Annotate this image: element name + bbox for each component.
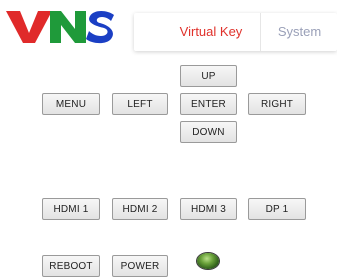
reboot-button[interactable]: REBOOT	[42, 255, 100, 277]
virtual-key-page: Virtual Key System UP MENU LEFT ENTER RI…	[0, 0, 337, 277]
hdmi-3-button[interactable]: HDMI 3	[180, 198, 237, 220]
tab-virtual-key[interactable]: Virtual Key	[162, 13, 260, 51]
tab-system[interactable]: System	[260, 13, 337, 51]
power-status-led-icon	[197, 253, 219, 269]
dp-1-button[interactable]: DP 1	[248, 198, 306, 220]
vns-logo	[6, 11, 114, 44]
menu-button[interactable]: MENU	[42, 93, 100, 115]
left-button[interactable]: LEFT	[112, 93, 168, 115]
down-button[interactable]: DOWN	[180, 121, 237, 143]
power-button[interactable]: POWER	[112, 255, 168, 277]
hdmi-1-button[interactable]: HDMI 1	[42, 198, 100, 220]
right-button[interactable]: RIGHT	[248, 93, 306, 115]
hdmi-2-button[interactable]: HDMI 2	[112, 198, 168, 220]
enter-button[interactable]: ENTER	[180, 93, 237, 115]
tab-bar: Virtual Key System	[134, 13, 337, 51]
up-button[interactable]: UP	[180, 65, 237, 87]
